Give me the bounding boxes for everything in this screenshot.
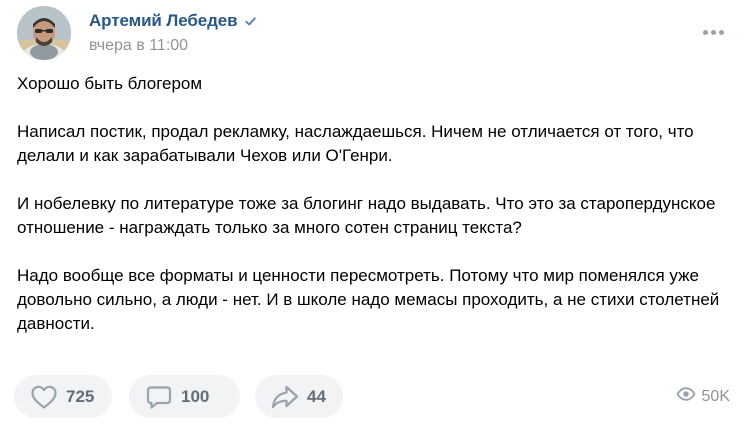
share-count: 44 <box>307 386 326 406</box>
more-horizontal-icon <box>702 29 708 35</box>
eye-icon <box>676 387 696 406</box>
post-paragraph: Хорошо быть блогером <box>17 74 203 93</box>
more-dot <box>718 29 724 35</box>
comment-button[interactable]: 100 <box>129 375 240 418</box>
avatar[interactable] <box>17 6 71 60</box>
post-text: Хорошо быть блогером Написал постик, про… <box>17 72 729 336</box>
like-button[interactable]: 725 <box>14 375 112 418</box>
post-paragraph: Надо вообще все форматы и ценности перес… <box>17 266 720 333</box>
post-paragraph: И нобелевку по литературе тоже за блогин… <box>17 194 716 237</box>
post-date[interactable]: вчера в 11:00 <box>89 37 258 55</box>
post-header: Артемий Лебедев вчера в 11:00 <box>17 6 729 62</box>
like-count: 725 <box>66 386 95 406</box>
share-button[interactable]: 44 <box>255 375 343 418</box>
comment-count: 100 <box>181 386 210 406</box>
comment-bubble-icon <box>144 382 174 412</box>
more-options-button[interactable] <box>697 20 729 44</box>
wall-post: Артемий Лебедев вчера в 11:00 Хорошо быт… <box>0 0 746 429</box>
views-count: 50K <box>701 387 730 405</box>
post-paragraph: Написал постик, продал рекламку, наслажд… <box>17 122 694 165</box>
post-actions: 725 100 44 50K <box>14 375 730 418</box>
more-dot <box>710 29 716 35</box>
check-badge-icon <box>242 13 258 29</box>
views-counter: 50K <box>676 375 730 418</box>
heart-outline-icon <box>29 382 59 412</box>
share-arrow-icon <box>270 382 300 412</box>
author-name[interactable]: Артемий Лебедев <box>89 11 238 31</box>
author-block: Артемий Лебедев вчера в 11:00 <box>89 11 258 55</box>
avatar-image <box>17 6 71 60</box>
